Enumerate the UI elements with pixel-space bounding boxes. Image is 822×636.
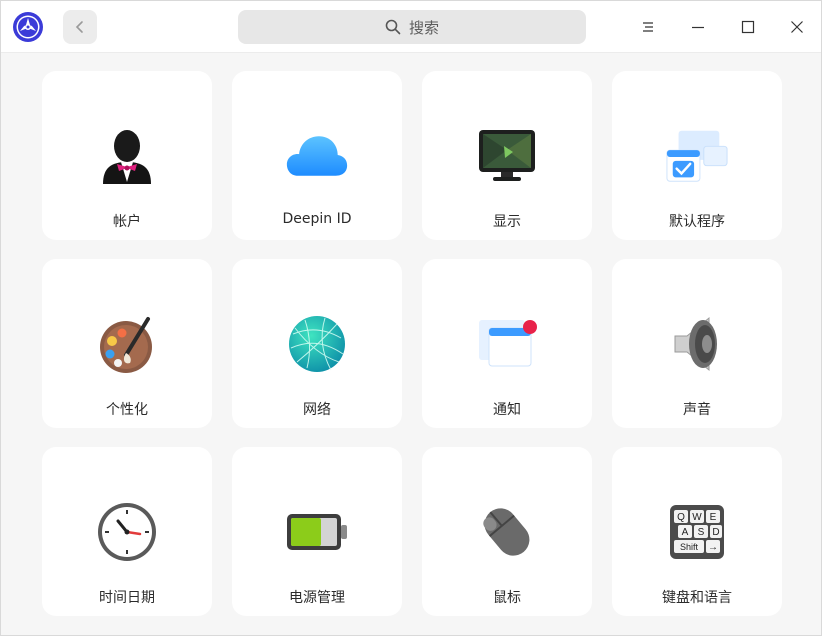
key-label: → [708,542,718,553]
close-button[interactable] [780,11,814,43]
back-button[interactable] [63,10,97,44]
clock-icon [95,500,159,564]
module-label: 默认程序 [669,214,725,230]
search-icon [385,19,401,35]
module-card-power[interactable]: 电源管理 [232,447,402,616]
menu-icon [643,22,653,32]
key-label: W [692,512,702,523]
module-card-notification[interactable]: 通知 [422,259,592,428]
module-label: 个性化 [106,402,148,418]
account-icon [95,124,159,188]
minimize-button[interactable] [681,11,715,43]
control-center-window: 搜索 帐户 Deepin ID 显示 默认程序 个性化 网络 通知 声音 时间日… [0,0,822,636]
module-label: 显示 [493,214,521,230]
cloud-icon [285,124,349,188]
key-label: D [712,527,719,538]
module-card-deepin-id[interactable]: Deepin ID [232,71,402,240]
notification-icon [475,312,539,376]
module-card-personalization[interactable]: 个性化 [42,259,212,428]
module-label: 鼠标 [493,590,521,606]
module-card-network[interactable]: 网络 [232,259,402,428]
mouse-icon [475,500,539,564]
module-card-default-apps[interactable]: 默认程序 [612,71,782,240]
module-card-account[interactable]: 帐户 [42,71,212,240]
chevron-left-icon [75,21,83,33]
module-label: 时间日期 [99,590,155,606]
module-label: 声音 [683,402,711,418]
default-apps-icon [665,124,729,188]
display-icon [475,124,539,188]
module-card-display[interactable]: 显示 [422,71,592,240]
module-label: 帐户 [113,214,141,230]
key-label: A [682,527,689,538]
key-label: S [698,527,705,538]
palette-icon [95,312,159,376]
keyboard-icon: Q W E A S D Shift → [665,500,729,564]
module-grid: 帐户 Deepin ID 显示 默认程序 个性化 网络 通知 声音 时间日期 电… [42,71,782,616]
minimize-icon [692,26,704,29]
maximize-button[interactable] [731,11,765,43]
search-input[interactable]: 搜索 [238,10,586,44]
search-placeholder: 搜索 [408,18,439,37]
key-label: E [710,512,717,523]
module-card-datetime[interactable]: 时间日期 [42,447,212,616]
control-center-logo-icon [12,11,44,43]
key-label: Q [677,512,685,523]
module-label: 通知 [493,402,521,418]
maximize-icon [741,20,755,34]
titlebar: 搜索 [1,1,821,53]
battery-icon [285,500,349,564]
module-card-sound[interactable]: 声音 [612,259,782,428]
module-label: 电源管理 [289,590,345,606]
module-card-keyboard[interactable]: Q W E A S D Shift → 键盘和语言 [612,447,782,616]
module-card-mouse[interactable]: 鼠标 [422,447,592,616]
module-label: 键盘和语言 [662,590,732,606]
menu-button[interactable] [631,11,665,43]
module-label: 网络 [303,402,331,418]
module-label: Deepin ID [282,211,352,227]
close-icon [791,21,803,33]
key-label: Shift [680,542,699,552]
network-globe-icon [285,312,349,376]
speaker-icon [665,312,729,376]
